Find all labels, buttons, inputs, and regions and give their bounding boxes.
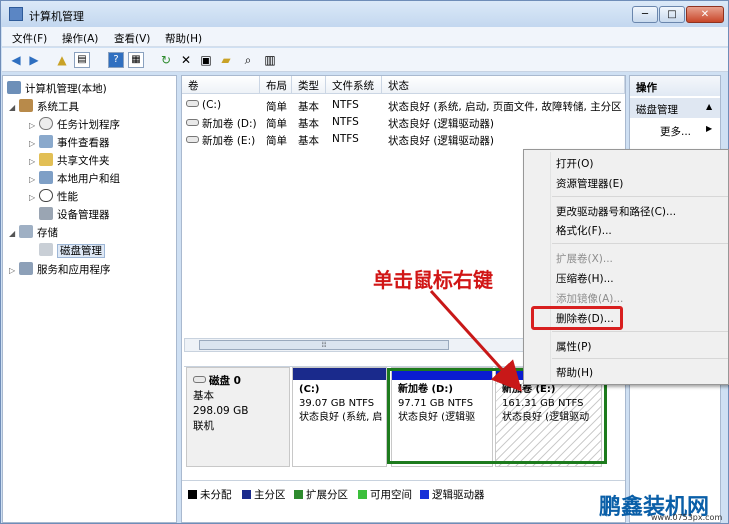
watermark-url: www.0753px.com — [651, 513, 723, 522]
annotation-arrow — [429, 289, 523, 392]
computer-management-window: 计算机管理 ─ □ ✕ 文件(F) 操作(A) 查看(V) 帮助(H) ◀ ▶ … — [0, 0, 729, 524]
